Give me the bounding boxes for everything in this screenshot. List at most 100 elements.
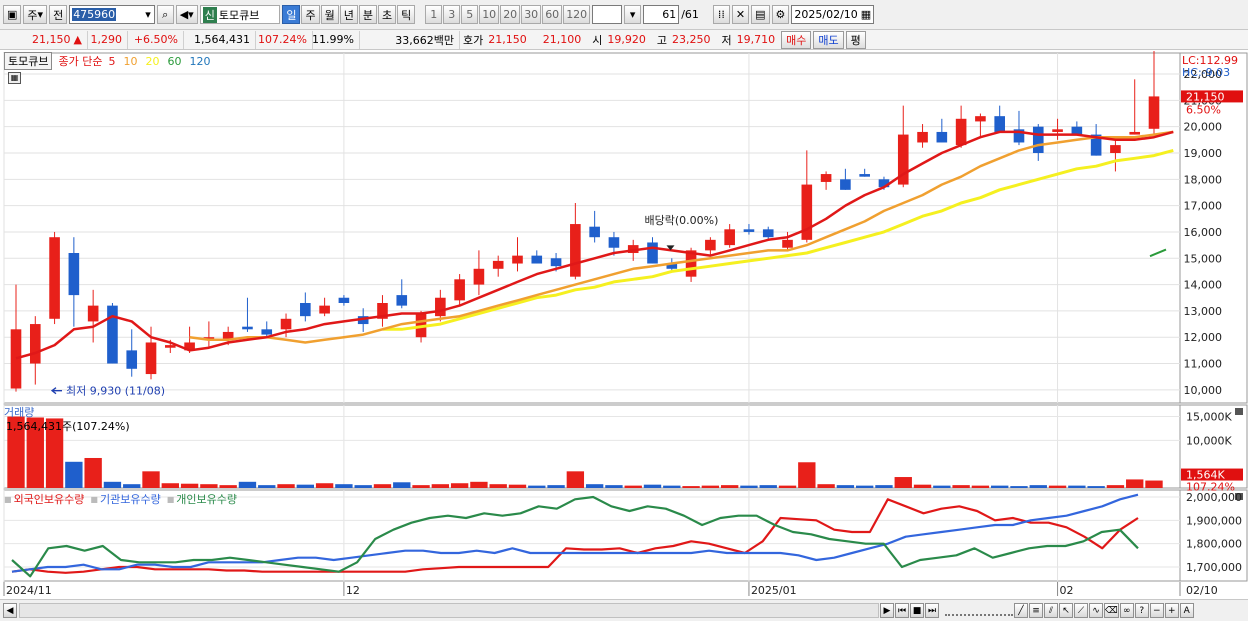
holding-legend-1[interactable]: 기관보유수량 [100, 491, 161, 507]
volume-bar [528, 485, 546, 488]
plus-icon[interactable]: + [1164, 603, 1179, 618]
chart-toolbar: ▣ 주 ▾ 전 475960 ▾ ⌕ ◀▾ 신 토모큐브 일주월년분초틱 1 3 5 10 2… [0, 0, 1248, 30]
stock-name-box[interactable]: 신 토모큐브 [199, 5, 281, 24]
low-label: 저 [721, 33, 732, 47]
volume-bar [1087, 486, 1105, 488]
period-tab-3[interactable]: 년 [339, 5, 358, 24]
volume-bar [643, 484, 662, 488]
buy-button[interactable]: 매수 [781, 30, 812, 49]
volume-bar [315, 483, 334, 488]
interval-button-10[interactable]: 10 [479, 5, 500, 24]
sell-button[interactable]: 매도 [813, 30, 844, 49]
period-tab-0[interactable]: 일 [282, 5, 301, 24]
date-input[interactable]: 2025/02/10 ▦ [791, 5, 875, 24]
period-tab-6[interactable]: 틱 [397, 5, 416, 24]
period-tabs: 일주월년분초틱 [282, 5, 416, 24]
eraser-tool-icon[interactable]: ⌫ [1104, 603, 1119, 618]
help-icon[interactable]: ? [1134, 603, 1149, 618]
stock-code-input[interactable]: 475960 ▾ [69, 5, 155, 24]
volume-bar [778, 485, 797, 488]
market-selector[interactable]: 전 [49, 5, 68, 24]
stock-chart[interactable]: 22,00021,00020,00019,00018,00017,00016,0… [0, 51, 1248, 599]
interval-button-5[interactable]: 5 [461, 5, 479, 24]
volume-bar [1145, 480, 1163, 488]
calculator-icon[interactable]: ▦ [8, 72, 21, 84]
page-total: /61 [681, 8, 699, 21]
minus-icon[interactable]: − [1149, 603, 1164, 618]
volume-bar [412, 485, 430, 488]
volume-bar [1126, 479, 1144, 488]
period-tab-1[interactable]: 주 [301, 5, 320, 24]
high-price: 23,250 [672, 33, 711, 46]
cycle-tool-icon[interactable]: ∿ [1089, 603, 1103, 618]
price-change: 1,290 [88, 30, 128, 49]
interval-button-120[interactable]: 120 [563, 5, 591, 24]
volume-bar [894, 477, 912, 488]
volume-bar [335, 484, 353, 488]
page-input[interactable]: 61 [643, 5, 680, 24]
search-icon[interactable]: ⌕ [156, 5, 174, 24]
interval-button-3[interactable]: 3 [443, 5, 461, 24]
price-tick-label: 17,000 [1184, 200, 1223, 213]
price-tick-label: 16,000 [1184, 226, 1223, 239]
interval-button-20[interactable]: 20 [500, 5, 521, 24]
period-tab-5[interactable]: 초 [377, 5, 397, 24]
candle-body [1148, 96, 1160, 129]
first-page-icon[interactable]: ⏮ [895, 603, 909, 618]
volume-bar [450, 483, 469, 488]
candle-body [242, 326, 253, 330]
speaker-icon[interactable]: ◀▾ [175, 5, 198, 24]
candle-body [1032, 126, 1044, 153]
type-selector[interactable]: 주 ▾ [23, 5, 48, 24]
period-tab-4[interactable]: 분 [358, 5, 377, 24]
last-page-icon[interactable]: ⏭ [925, 603, 939, 618]
grid-icon[interactable]: ⁞⁞ [712, 5, 730, 24]
interval-dropdown-icon[interactable]: ▾ [624, 5, 642, 24]
interval-custom-input[interactable] [592, 5, 623, 24]
horizontal-scrollbar[interactable] [19, 603, 879, 618]
volume-bar [971, 485, 990, 488]
candle-body [1052, 129, 1063, 132]
crosshair-icon[interactable]: ✕ [731, 5, 750, 24]
stock-label[interactable]: 토모큐브 [4, 52, 53, 70]
average-button[interactable]: 평 [845, 30, 866, 49]
dividend-annotation: 배당락(0.00%) [645, 214, 719, 227]
stop-icon[interactable]: ■ [910, 603, 924, 618]
channel-tool-icon[interactable]: ⫽ [1044, 603, 1058, 618]
holding-tick-label: 1,800,000 [1186, 538, 1242, 551]
period-tab-2[interactable]: 월 [320, 5, 339, 24]
interval-button-60[interactable]: 60 [542, 5, 563, 24]
volume-bar [836, 485, 855, 488]
holding-legend-2[interactable]: 개인보유수량 [176, 491, 237, 507]
volume-bar [1048, 485, 1067, 488]
interval-button-1[interactable]: 1 [425, 5, 443, 24]
link-tool-icon[interactable]: ∞ [1119, 603, 1134, 618]
candle-body [917, 131, 928, 143]
candle-body [454, 279, 465, 301]
zoom-slider[interactable] [945, 606, 1013, 616]
volume-bar [701, 485, 720, 488]
current-price: 21,150 ▲ [4, 30, 88, 49]
draw-tool-icon[interactable]: ╱ [1014, 603, 1028, 618]
candle-body [955, 118, 967, 146]
scroll-left-icon[interactable]: ◀ [3, 603, 17, 618]
candle-body [589, 226, 600, 238]
volume-bar [933, 485, 951, 488]
last-rate-label: 6.50% [1186, 103, 1221, 116]
save-icon[interactable]: ▤ [751, 5, 770, 24]
trend-tool-icon[interactable]: ⟋ [1074, 603, 1088, 618]
holding-legend-0[interactable]: 외국인보유수량 [14, 491, 85, 507]
interval-button-30[interactable]: 30 [521, 5, 542, 24]
gear-icon[interactable]: ⚙ [771, 5, 790, 24]
ma-legend-20: 20 [145, 54, 160, 68]
scroll-right-icon[interactable]: ▶ [880, 603, 894, 618]
volume-bar [913, 484, 932, 488]
arrow-tool-icon[interactable]: ↖ [1059, 603, 1073, 618]
font-size-icon[interactable]: A [1179, 603, 1194, 618]
fib-tool-icon[interactable]: ≡ [1029, 603, 1043, 618]
x-axis-end-label: 02/10 [1186, 584, 1218, 597]
price-tick-label: 11,000 [1184, 358, 1223, 371]
window-menu-icon[interactable]: ▣ [3, 5, 22, 24]
candle-body [994, 116, 1005, 132]
turnover-rate: 11.99% [312, 30, 360, 49]
